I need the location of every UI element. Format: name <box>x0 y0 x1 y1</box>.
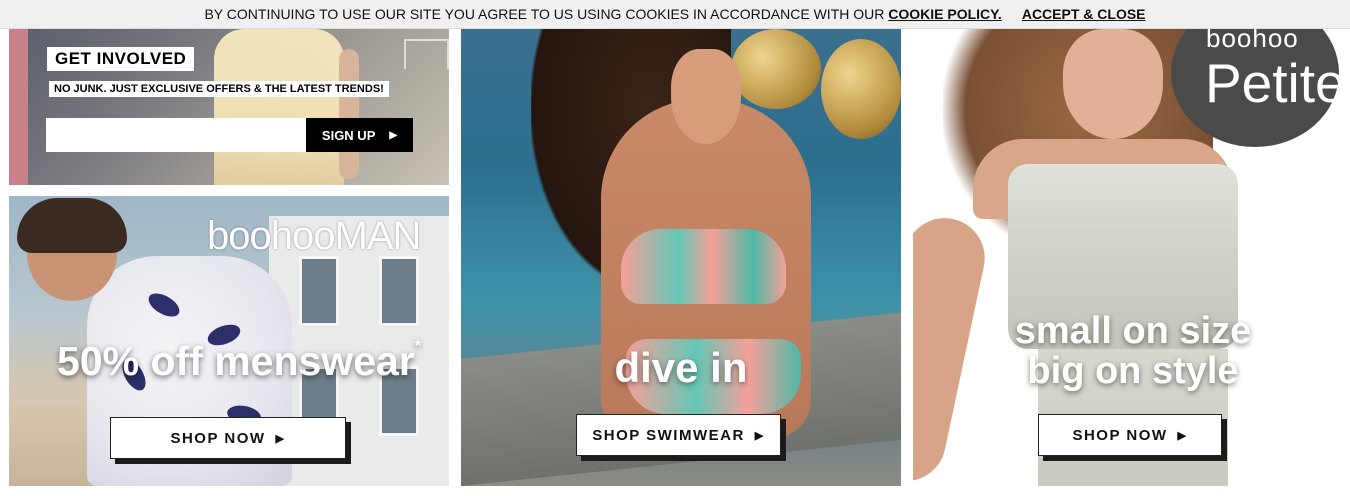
shop-swimwear-label: SHOP SWIMWEAR <box>592 426 745 444</box>
petite-logo-word: Petite <box>1205 52 1346 114</box>
play-arrow-icon: ▶ <box>275 432 286 445</box>
newsletter-banner: GET INVOLVED NO JUNK. JUST EXCLUSIVE OFF… <box>9 29 449 185</box>
offer-text: 50% off menswear <box>57 338 415 384</box>
newsletter-heading: GET INVOLVED <box>47 47 195 71</box>
accept-close-link[interactable]: ACCEPT & CLOSE <box>1022 6 1146 22</box>
newsletter-subheading: NO JUNK. JUST EXCLUSIVE OFFERS & THE LAT… <box>49 81 389 97</box>
play-arrow-icon: ▶ <box>1177 429 1188 442</box>
model-photo <box>214 29 344 185</box>
model-face <box>1063 29 1163 139</box>
swimwear-headline: dive in <box>614 344 748 391</box>
building-window <box>299 256 339 326</box>
logo-upper: MAN <box>334 214 421 258</box>
swimwear-banner[interactable]: dive in SHOP SWIMWEAR ▶ <box>461 29 901 486</box>
logo-lower: boohoo <box>207 214 335 258</box>
background-chair <box>404 39 449 69</box>
building-window <box>379 256 419 326</box>
petite-headline-line1: small on size <box>1014 310 1252 352</box>
bikini-top <box>621 229 786 304</box>
shop-now-label: SHOP NOW <box>1072 426 1168 444</box>
shop-now-menswear-button[interactable]: SHOP NOW ▶ <box>110 417 346 459</box>
offer-asterisk: * <box>414 338 421 355</box>
shop-now-petite-button[interactable]: SHOP NOW ▶ <box>1038 414 1222 456</box>
pink-accent-strip <box>9 29 28 185</box>
menswear-offer: 50% off menswear* <box>57 338 421 385</box>
boohooman-logo: boohooMAN <box>207 214 421 259</box>
model-face <box>671 49 741 144</box>
model-arm <box>913 210 993 486</box>
caret-right-icon: ▶ <box>389 129 398 141</box>
petite-headline: small on size big on style <box>993 311 1273 391</box>
play-arrow-icon: ▶ <box>754 429 765 442</box>
petite-headline-line2: big on style <box>1027 350 1239 392</box>
leaf-print <box>144 288 184 322</box>
cookie-banner: BY CONTINUING TO USE OUR SITE YOU AGREE … <box>0 0 1350 29</box>
shop-swimwear-button[interactable]: SHOP SWIMWEAR ▶ <box>576 414 781 456</box>
petite-banner[interactable]: boohoo Petite small on size big on style… <box>913 29 1350 486</box>
menswear-banner[interactable]: boohooMAN 50% off menswear* SHOP NOW ▶ <box>9 196 449 486</box>
model-arm <box>339 49 359 179</box>
cookie-policy-link[interactable]: COOKIE POLICY. <box>888 6 1002 22</box>
sign-up-label: SIGN UP <box>321 127 376 143</box>
model-hair <box>17 198 127 253</box>
cookie-message: BY CONTINUING TO USE OUR SITE YOU AGREE … <box>204 6 1001 22</box>
cookie-message-text: BY CONTINUING TO USE OUR SITE YOU AGREE … <box>204 6 885 22</box>
shop-now-label: SHOP NOW <box>170 429 266 447</box>
email-field[interactable] <box>46 118 306 152</box>
sign-up-button[interactable]: SIGN UP ▶ <box>306 118 413 152</box>
gold-balloon <box>731 29 821 109</box>
gold-balloon <box>821 39 901 139</box>
